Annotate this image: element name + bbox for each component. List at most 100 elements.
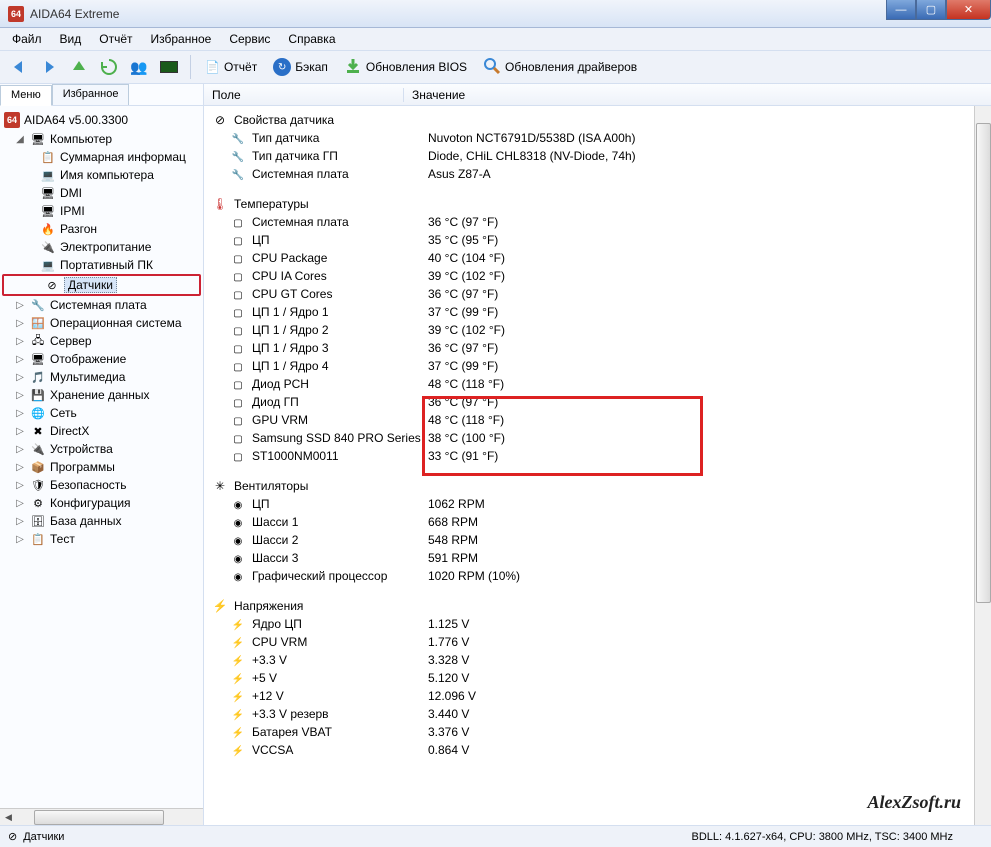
close-button[interactable]: ✕ [946,0,991,20]
expand-icon[interactable]: ▷ [14,408,26,419]
horizontal-scrollbar[interactable]: ◀ [0,808,203,825]
tree-item[interactable]: ▷📋Тест [0,530,203,548]
expand-icon[interactable]: ▷ [14,444,26,455]
collapse-icon[interactable]: ◢ [14,134,26,145]
menu-view[interactable]: Вид [52,30,90,48]
list-row[interactable]: ▢ЦП 1 / Ядро 336 °C (97 °F) [204,340,991,358]
list-row[interactable]: ◉ЦП1062 RPM [204,496,991,514]
driver-update-button[interactable]: Обновления драйверов [477,55,643,80]
tree-item[interactable]: 🖥IPMI [0,202,203,220]
list-row[interactable]: 🔧Тип датчика ГПDiode, CHiL CHL8318 (NV-D… [204,148,991,166]
list-row[interactable]: ▢ЦП 1 / Ядро 137 °C (99 °F) [204,304,991,322]
tree-item[interactable]: ▷💾Хранение данных [0,386,203,404]
expand-icon[interactable]: ▷ [14,426,26,437]
vertical-scrollbar[interactable] [974,106,991,825]
up-button[interactable] [66,54,92,80]
list-row[interactable]: ▢ЦП35 °C (95 °F) [204,232,991,250]
watermark: AlexZsoft.ru [867,792,961,813]
tree-item[interactable]: ▷🗄База данных [0,512,203,530]
tree-item[interactable]: ▷🎵Мультимедиа [0,368,203,386]
list-row[interactable]: ▢ЦП 1 / Ядро 437 °C (99 °F) [204,358,991,376]
scroll-thumb-v[interactable] [976,123,991,603]
list-row[interactable]: ⚡+3.3 V резерв3.440 V [204,706,991,724]
list-row[interactable]: ⚡+12 V12.096 V [204,688,991,706]
tree-item[interactable]: ▷✖DirectX [0,422,203,440]
expand-icon[interactable]: ▷ [14,390,26,401]
list-row[interactable]: ▢ST1000NM001133 °C (91 °F) [204,448,991,466]
expand-icon[interactable]: ▷ [14,534,26,545]
list-row[interactable]: ⚡VCCSA0.864 V [204,742,991,760]
list-row[interactable]: ⚡+3.3 V3.328 V [204,652,991,670]
list-row[interactable]: ⚡CPU VRM1.776 V [204,634,991,652]
list-row[interactable]: ▢Диод ГП36 °C (97 °F) [204,394,991,412]
expand-icon[interactable]: ▷ [14,462,26,473]
list-row[interactable]: ◉Шасси 3591 RPM [204,550,991,568]
content-list[interactable]: ⊘Свойства датчика 🔧Тип датчикаNuvoton NC… [204,106,991,825]
tree-item[interactable]: ▷🪟Операционная система [0,314,203,332]
tree-item[interactable]: ▷🛡Безопасность [0,476,203,494]
menu-service[interactable]: Сервис [221,30,278,48]
tab-favorites[interactable]: Избранное [52,84,130,105]
list-row[interactable]: ▢Samsung SSD 840 PRO Series38 °C (100 °F… [204,430,991,448]
tree-item[interactable]: 📋Суммарная информац [0,148,203,166]
tree-root[interactable]: 64 AIDA64 v5.00.3300 [0,110,203,130]
list-row[interactable]: ▢Системная плата36 °C (97 °F) [204,214,991,232]
menu-favorites[interactable]: Избранное [143,30,220,48]
expand-icon[interactable]: ▷ [14,336,26,347]
tree-computer[interactable]: ◢ 🖥 Компьютер [0,130,203,148]
nav-tree[interactable]: 64 AIDA64 v5.00.3300 ◢ 🖥 Компьютер 📋Сумм… [0,106,203,808]
report-button[interactable]: 📄Отчёт [199,58,263,76]
tree-item[interactable]: ⊘Датчики [2,274,201,296]
list-row[interactable]: 🔧Тип датчикаNuvoton NCT6791D/5538D (ISA … [204,130,991,148]
tree-item[interactable]: ▷🖥Отображение [0,350,203,368]
expand-icon[interactable]: ▷ [14,498,26,509]
list-row[interactable]: ▢GPU VRM48 °C (118 °F) [204,412,991,430]
tree-item[interactable]: 💻Портативный ПК [0,256,203,274]
list-row[interactable]: ◉Шасси 1668 RPM [204,514,991,532]
list-row[interactable]: ▢CPU GT Cores36 °C (97 °F) [204,286,991,304]
list-row[interactable]: ▢CPU Package40 °C (104 °F) [204,250,991,268]
list-row[interactable]: ⚡Ядро ЦП1.125 V [204,616,991,634]
expand-icon[interactable]: ▷ [14,354,26,365]
tree-item[interactable]: ▷📦Программы [0,458,203,476]
tree-item[interactable]: ▷🔌Устройства [0,440,203,458]
users-button[interactable]: 👥 [126,54,152,80]
tree-item[interactable]: 🔌Электропитание [0,238,203,256]
expand-icon[interactable]: ▷ [14,300,26,311]
tree-item[interactable]: ▷🌐Сеть [0,404,203,422]
backup-button[interactable]: ↻Бэкап [267,56,334,78]
back-button[interactable] [6,54,32,80]
list-row[interactable]: ▢CPU IA Cores39 °C (102 °F) [204,268,991,286]
col-value[interactable]: Значение [404,88,465,102]
menu-help[interactable]: Справка [280,30,343,48]
col-field[interactable]: Поле [204,88,404,102]
expand-icon[interactable]: ▷ [14,318,26,329]
scroll-left-icon[interactable]: ◀ [0,809,17,826]
list-row[interactable]: ▢Диод PCH48 °C (118 °F) [204,376,991,394]
tree-item[interactable]: ▷🖧Сервер [0,332,203,350]
menu-report[interactable]: Отчёт [91,30,140,48]
tree-item[interactable]: 🖥DMI [0,184,203,202]
minimize-button[interactable]: — [886,0,916,20]
tree-item[interactable]: ▷🔧Системная плата [0,296,203,314]
tab-menu[interactable]: Меню [0,85,52,106]
scroll-thumb[interactable] [34,810,164,825]
list-row[interactable]: 🔧Системная платаAsus Z87-A [204,166,991,184]
tree-item[interactable]: 💻Имя компьютера [0,166,203,184]
list-row[interactable]: ◉Шасси 2548 RPM [204,532,991,550]
expand-icon[interactable]: ▷ [14,516,26,527]
list-row[interactable]: ◉Графический процессор1020 RPM (10%) [204,568,991,586]
tree-item[interactable]: 🔥Разгон [0,220,203,238]
list-row[interactable]: ⚡Батарея VBAT3.376 V [204,724,991,742]
expand-icon[interactable]: ▷ [14,372,26,383]
monitor-button[interactable] [156,54,182,80]
refresh-button[interactable] [96,54,122,80]
menu-file[interactable]: Файл [4,30,50,48]
forward-button[interactable] [36,54,62,80]
list-row[interactable]: ▢ЦП 1 / Ядро 239 °C (102 °F) [204,322,991,340]
tree-item[interactable]: ▷⚙Конфигурация [0,494,203,512]
bios-update-button[interactable]: Обновления BIOS [338,55,473,80]
expand-icon[interactable]: ▷ [14,480,26,491]
list-row[interactable]: ⚡+5 V5.120 V [204,670,991,688]
maximize-button[interactable]: ▢ [916,0,946,20]
